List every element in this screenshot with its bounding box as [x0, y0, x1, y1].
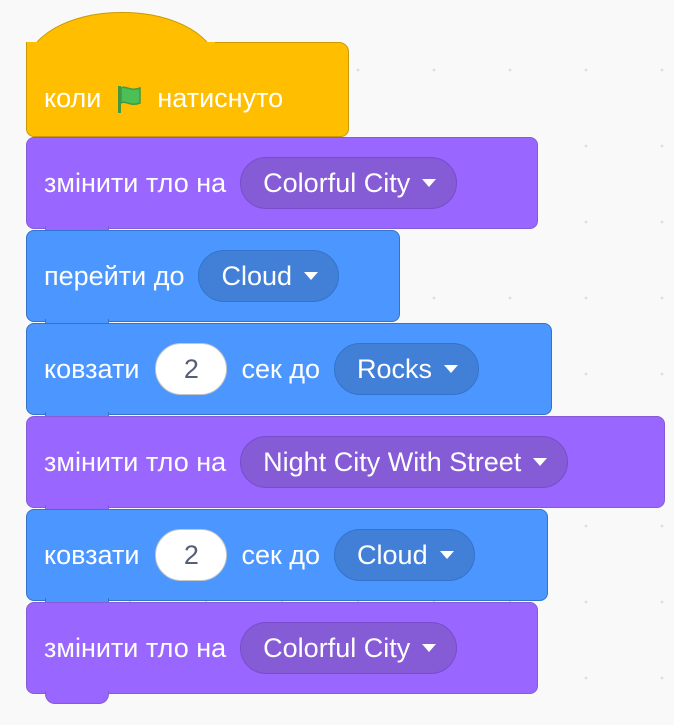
glide-target-dropdown[interactable]: Rocks [334, 343, 480, 395]
green-flag-icon [118, 85, 142, 113]
backdrop-dropdown[interactable]: Colorful City [240, 157, 458, 209]
block-label-2: сек до [241, 353, 321, 384]
hat-when-label: коли [44, 83, 102, 113]
dropdown-value: Colorful City [263, 167, 411, 198]
caret-down-icon [422, 179, 437, 187]
switch-backdrop-block[interactable]: змінити тло на Night City With Street [26, 416, 665, 518]
hat-body: коли натиснуто [26, 42, 349, 137]
dropdown-value: Cloud [221, 260, 293, 291]
dropdown-value: Colorful City [263, 632, 411, 663]
switch-backdrop-block[interactable]: змінити тло на Colorful City [26, 137, 538, 239]
caret-down-icon [533, 458, 548, 466]
block-label: перейти до [44, 260, 185, 291]
block-label: змінити тло на [44, 167, 227, 198]
caret-down-icon [422, 644, 437, 652]
dropdown-value: Rocks [357, 353, 433, 384]
glide-to-block[interactable]: ковзати 2 сек до Rocks [26, 323, 552, 425]
block-label: змінити тло на [44, 632, 227, 663]
caret-down-icon [304, 272, 319, 280]
go-to-target-dropdown[interactable]: Cloud [198, 250, 340, 302]
caret-down-icon [444, 365, 459, 373]
script-canvas[interactable]: коли натиснуто змінити тло на Colorful C… [0, 0, 674, 725]
block-label: ковзати [44, 353, 140, 384]
seconds-input[interactable]: 2 [155, 343, 228, 395]
hat-clicked-label: натиснуто [157, 83, 284, 113]
caret-down-icon [439, 551, 454, 559]
backdrop-dropdown[interactable]: Colorful City [240, 622, 458, 674]
glide-to-block[interactable]: ковзати 2 сек до Cloud [26, 509, 548, 611]
block-label: ковзати [44, 539, 140, 570]
dropdown-value: Cloud [357, 539, 428, 570]
switch-backdrop-block[interactable]: змінити тло на Colorful City [26, 602, 538, 704]
seconds-input[interactable]: 2 [155, 529, 228, 581]
block-label-2: сек до [241, 539, 321, 570]
when-flag-clicked-block[interactable]: коли натиснуто [26, 12, 349, 137]
dropdown-value: Night City With Street [263, 446, 522, 477]
go-to-block[interactable]: перейти до Cloud [26, 230, 400, 332]
glide-target-dropdown[interactable]: Cloud [334, 529, 475, 581]
block-label: змінити тло на [44, 446, 227, 477]
backdrop-dropdown[interactable]: Night City With Street [240, 436, 569, 488]
